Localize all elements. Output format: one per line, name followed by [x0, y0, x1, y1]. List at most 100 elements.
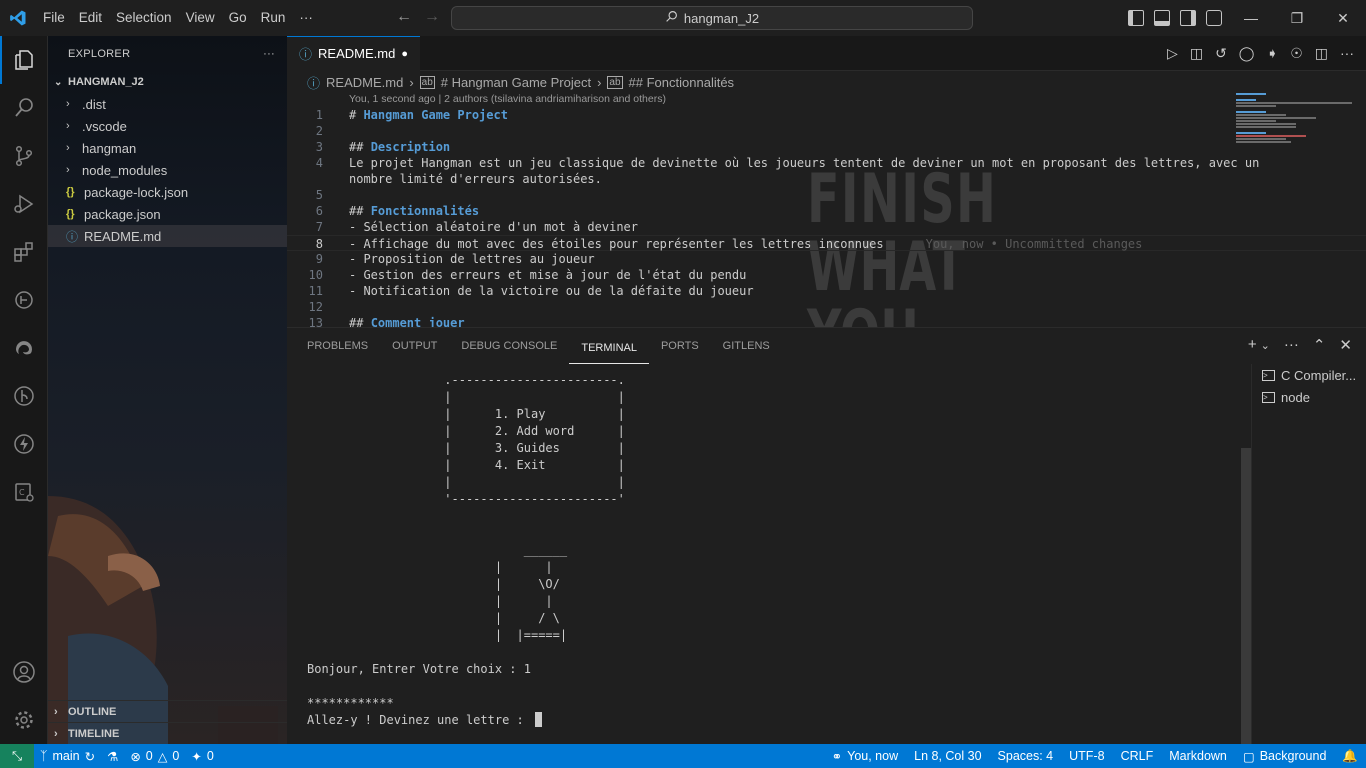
tab-gitlens[interactable]: GITLENS — [711, 328, 782, 364]
toggle-panel-icon[interactable] — [1154, 10, 1170, 26]
tree-item-dist[interactable]: › .dist — [48, 93, 287, 115]
cursor-position[interactable]: Ln 8, Col 30 — [906, 749, 989, 764]
menu-file[interactable]: File — [36, 0, 72, 36]
chevron-down-icon[interactable]: ⌄ — [1261, 339, 1270, 354]
compiler-icon[interactable]: C — [0, 468, 48, 516]
git-compare-icon[interactable]: ↺ — [1215, 45, 1227, 62]
code-line[interactable]: 11- Notification de la victoire ou de la… — [287, 283, 1366, 299]
blame-indicator[interactable]: ⚭ You, now — [824, 749, 906, 764]
previous-change-icon[interactable]: ◯ — [1239, 45, 1255, 62]
terminal-scrollbar[interactable] — [1241, 448, 1251, 744]
terminal-item-c-compiler[interactable]: > C Compiler... — [1252, 364, 1366, 386]
end-of-line[interactable]: CRLF — [1113, 749, 1162, 764]
terminal-item-node[interactable]: > node — [1252, 386, 1366, 408]
code-line[interactable]: 13 ## Comment jouer — [287, 315, 1366, 327]
gitlens-blame-icon[interactable]: ☉ — [1290, 45, 1303, 62]
minimap[interactable] — [1236, 93, 1352, 153]
remote-indicator-icon[interactable]: ⤡ — [0, 744, 34, 768]
tree-item-readme[interactable]: ⓘ README.md — [48, 225, 287, 247]
toggle-secondary-sidebar-icon[interactable] — [1180, 10, 1196, 26]
code-line[interactable]: 3 ## Description — [287, 139, 1366, 155]
project-folder-header[interactable]: ⌄ HANGMAN_J2 — [48, 71, 287, 93]
menu-run[interactable]: Run — [254, 0, 293, 36]
remote-explorer-icon[interactable] — [0, 276, 48, 324]
terminal-prompt-line[interactable]: Allez-y ! Devinez une lettre : — [307, 712, 1237, 729]
source-control-icon[interactable] — [0, 132, 48, 180]
customize-layout-icon[interactable] — [1206, 10, 1222, 26]
search-view-icon[interactable] — [0, 84, 48, 132]
extensions-icon[interactable] — [0, 228, 48, 276]
code-lines[interactable]: 1 # Hangman Game Project 2 3 ## Description 4… — [287, 107, 1366, 327]
source-control-graph-icon[interactable]: ⚗ — [101, 749, 124, 764]
thunder-client-icon[interactable] — [0, 420, 48, 468]
gitlens-icon[interactable] — [0, 372, 48, 420]
code-line[interactable]: 4 Le projet Hangman est un jeu classique … — [287, 155, 1366, 171]
branch-indicator[interactable]: ᛉ main ↻ — [34, 749, 101, 764]
explorer-more-button[interactable]: ··· — [263, 48, 275, 60]
terminal-output[interactable]: .-----------------------. | | | 1. Play … — [307, 372, 1237, 740]
restore-icon[interactable]: ❐ — [1274, 0, 1320, 36]
code-line[interactable]: 1 # Hangman Game Project — [287, 107, 1366, 123]
breadcrumb-subheading[interactable]: ## Fonctionnalités — [629, 75, 735, 90]
tree-item-hangman[interactable]: › hangman — [48, 137, 287, 159]
ports-indicator[interactable]: ✦ 0 — [185, 749, 219, 764]
accounts-icon[interactable] — [0, 648, 48, 696]
settings-gear-icon[interactable] — [0, 696, 48, 744]
new-terminal-icon[interactable]: + — [1248, 336, 1257, 354]
code-line[interactable]: 9- Proposition de lettres au joueur — [287, 251, 1366, 267]
outline-section[interactable]: › OUTLINE — [48, 700, 287, 722]
timeline-section[interactable]: › TIMELINE — [48, 722, 287, 744]
code-line[interactable]: 2 — [287, 123, 1366, 139]
tree-item-package-json[interactable]: {} package.json — [48, 203, 287, 225]
menu-view[interactable]: View — [179, 0, 222, 36]
run-debug-icon[interactable] — [0, 180, 48, 228]
indentation[interactable]: Spaces: 4 — [990, 749, 1062, 764]
menu-go[interactable]: Go — [222, 0, 254, 36]
close-window-icon[interactable]: ✕ — [1320, 0, 1366, 36]
inline-blame[interactable]: You, now • Uncommitted changes — [926, 237, 1143, 251]
tree-item-node-modules[interactable]: › node_modules — [48, 159, 287, 181]
run-icon[interactable]: ▷ — [1167, 45, 1178, 62]
toggle-primary-sidebar-icon[interactable] — [1128, 10, 1144, 26]
code-line[interactable]: 10- Gestion des erreurs et mise à jour d… — [287, 267, 1366, 283]
code-line[interactable]: 8- Affichage du mot avec des étoiles pou… — [287, 235, 1366, 251]
code-line[interactable]: 7- Sélection aléatoire d'un mot à devine… — [287, 219, 1366, 235]
tab-ports[interactable]: PORTS — [649, 328, 711, 364]
menu-selection[interactable]: Selection — [109, 0, 179, 36]
notifications-bell-icon[interactable]: 🔔 — [1334, 749, 1366, 764]
minimize-icon[interactable]: — — [1228, 0, 1274, 36]
background-extension[interactable]: ▢ Background — [1235, 749, 1335, 764]
explorer-icon[interactable] — [0, 36, 48, 84]
more-actions-icon[interactable]: ··· — [1340, 45, 1354, 62]
code-line[interactable]: 6 ## Fonctionnalités — [287, 203, 1366, 219]
language-mode[interactable]: Markdown — [1161, 749, 1235, 764]
code-line[interactable]: nombre limité d'erreurs autorisées. — [287, 171, 1366, 187]
tree-item-vscode[interactable]: › .vscode — [48, 115, 287, 137]
tab-output[interactable]: OUTPUT — [380, 328, 449, 364]
code-line[interactable]: 5 — [287, 187, 1366, 203]
tree-item-package-lock[interactable]: {} package-lock.json — [48, 181, 287, 203]
breadcrumb-heading[interactable]: # Hangman Game Project — [441, 75, 591, 90]
menu-more[interactable]: ··· — [292, 0, 320, 36]
forward-arrow-icon[interactable]: → — [424, 8, 440, 26]
next-change-icon[interactable]: ➧ — [1266, 45, 1278, 62]
problems-indicator[interactable]: ⊗ 0 △ 0 — [124, 749, 185, 764]
maximize-panel-icon[interactable]: ⌃ — [1313, 336, 1326, 354]
gitlens-codelens[interactable]: You, 1 second ago | 2 authors (tsilavina… — [287, 93, 1366, 107]
menu-edit[interactable]: Edit — [72, 0, 109, 36]
close-panel-icon[interactable]: ✕ — [1339, 336, 1352, 354]
tab-debug-console[interactable]: DEBUG CONSOLE — [449, 328, 569, 364]
tab-problems[interactable]: PROBLEMS — [295, 328, 380, 364]
back-arrow-icon[interactable]: ← — [396, 8, 412, 26]
encoding[interactable]: UTF-8 — [1061, 749, 1112, 764]
split-editor-icon[interactable]: ◫ — [1315, 45, 1328, 62]
open-preview-icon[interactable]: ◫ — [1190, 45, 1203, 62]
command-center-search[interactable]: hangman_J2 — [451, 6, 973, 30]
unsaved-dot-icon[interactable]: ● — [401, 48, 408, 60]
more-actions-icon[interactable]: ··· — [1284, 336, 1299, 354]
code-line[interactable]: 12 — [287, 299, 1366, 315]
breadcrumb-file[interactable]: README.md — [326, 75, 403, 90]
tab-terminal[interactable]: TERMINAL — [569, 333, 649, 364]
tab-readme[interactable]: ⓘ README.md ● — [287, 36, 420, 71]
edge-devtools-icon[interactable] — [0, 324, 48, 372]
